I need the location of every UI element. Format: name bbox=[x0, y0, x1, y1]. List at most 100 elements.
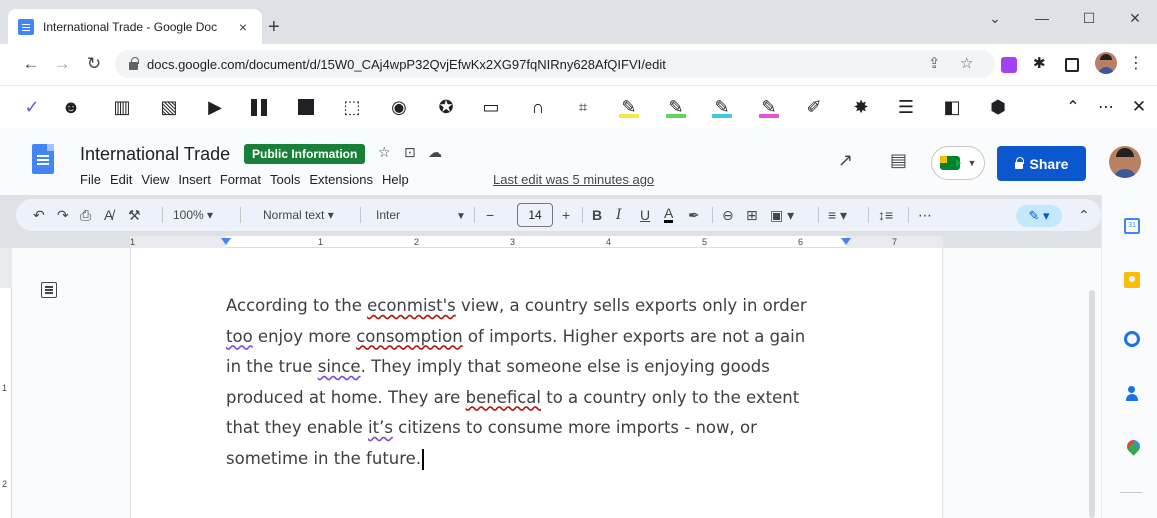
comments-icon[interactable]: ▤ bbox=[890, 150, 907, 171]
last-edit-link[interactable]: Last edit was 5 minutes ago bbox=[493, 172, 654, 187]
move-folder-icon[interactable]: ⊡ bbox=[404, 144, 416, 161]
close-toolbar-icon[interactable]: ✕ bbox=[1127, 95, 1151, 119]
reload-button[interactable]: ↻ bbox=[83, 54, 105, 74]
underline-button[interactable]: U bbox=[640, 206, 650, 224]
account-avatar[interactable] bbox=[1109, 146, 1141, 178]
screen-mask-icon[interactable]: ▭ bbox=[479, 95, 503, 119]
eraser-icon[interactable]: ✐ bbox=[802, 95, 826, 119]
activity-trend-icon[interactable]: ↗ bbox=[838, 150, 853, 171]
spelling-error[interactable]: consomption bbox=[356, 327, 462, 346]
extension-puzzle-purple-icon[interactable] bbox=[1001, 57, 1017, 73]
editing-mode-button[interactable]: ✎ ▾ bbox=[1016, 205, 1062, 227]
keep-icon[interactable] bbox=[1124, 272, 1140, 288]
menu-edit[interactable]: Edit bbox=[110, 172, 132, 187]
document-title[interactable]: International Trade bbox=[80, 144, 230, 165]
align-icon[interactable]: ≡ ▾ bbox=[828, 206, 847, 224]
text-to-speech-icon[interactable]: ◉ bbox=[387, 95, 411, 119]
cloud-saved-icon[interactable]: ☁ bbox=[428, 144, 442, 161]
menu-file[interactable]: File bbox=[80, 172, 101, 187]
highlighter-green-icon[interactable]: ✎ bbox=[664, 95, 688, 119]
decrease-font-size-button[interactable]: − bbox=[486, 206, 494, 224]
share-page-icon[interactable]: ⇪ bbox=[928, 54, 941, 72]
calendar-icon[interactable]: 31 bbox=[1124, 218, 1140, 234]
insert-image-icon[interactable]: ▣ ▾ bbox=[770, 206, 794, 224]
bold-button[interactable]: B bbox=[592, 206, 602, 224]
tab-search-chevron-icon[interactable]: ⌄ bbox=[981, 10, 1009, 27]
spellcheck-icon[interactable]: A̸ bbox=[104, 206, 113, 224]
dictionary-icon[interactable]: ◧ bbox=[940, 95, 964, 119]
zoom-select[interactable]: 100% ▾ bbox=[173, 206, 213, 224]
menu-tools[interactable]: Tools bbox=[270, 172, 300, 187]
list-icon[interactable]: ☰ bbox=[894, 95, 918, 119]
classification-badge[interactable]: Public Information bbox=[244, 144, 366, 164]
more-tools-icon[interactable]: ⋯ bbox=[918, 206, 932, 224]
star-icon[interactable]: ☆ bbox=[378, 144, 391, 161]
google-docs-logo-icon[interactable] bbox=[32, 144, 54, 174]
collect-icon[interactable]: ⬢ bbox=[986, 95, 1010, 119]
add-comment-icon[interactable]: ⊞ bbox=[746, 206, 758, 224]
spelling-error[interactable]: benefical bbox=[466, 388, 541, 407]
chrome-menu-icon[interactable]: ⋮ bbox=[1128, 53, 1144, 73]
highlighter-yellow-icon[interactable]: ✎ bbox=[617, 95, 641, 119]
new-tab-button[interactable]: + bbox=[268, 17, 280, 37]
line-spacing-icon[interactable]: ↕≡ bbox=[878, 206, 893, 224]
meet-button[interactable]: ▼ bbox=[931, 146, 985, 180]
highlighter-cyan-icon[interactable]: ✎ bbox=[710, 95, 734, 119]
font-select[interactable]: Inter bbox=[376, 206, 400, 224]
spelling-error[interactable]: econmist's bbox=[367, 296, 456, 315]
menu-format[interactable]: Format bbox=[220, 172, 261, 187]
menu-view[interactable]: View bbox=[141, 172, 169, 187]
close-window-button[interactable]: ✕ bbox=[1121, 10, 1149, 27]
text-color-button[interactable]: A bbox=[664, 206, 674, 223]
undo-icon[interactable]: ↶ bbox=[33, 206, 45, 224]
highlight-color-icon[interactable]: ✒ bbox=[688, 206, 700, 224]
increase-font-size-button[interactable]: + bbox=[562, 206, 570, 224]
more-options-icon[interactable]: ⋯ bbox=[1094, 95, 1118, 119]
book-icon[interactable]: ▥ bbox=[110, 95, 134, 119]
headphones-icon[interactable]: ∩ bbox=[526, 95, 550, 119]
insert-link-icon[interactable]: ⊖ bbox=[722, 206, 734, 224]
extensions-puzzle-icon[interactable]: ✱ bbox=[1033, 54, 1049, 72]
voice-icon[interactable]: ✪ bbox=[434, 95, 458, 119]
font-size-input[interactable]: 14 bbox=[517, 203, 553, 227]
browser-tab[interactable]: International Trade - Google Doc × bbox=[8, 9, 262, 44]
grammar-suggestion[interactable]: since bbox=[318, 357, 361, 376]
document-outline-icon[interactable] bbox=[41, 282, 57, 298]
checkmark-icon[interactable]: ✓ bbox=[20, 95, 44, 119]
left-indent-marker[interactable] bbox=[221, 238, 231, 245]
back-button[interactable]: ← bbox=[20, 54, 42, 74]
style-select[interactable]: Normal text ▾ bbox=[263, 206, 334, 224]
maps-icon[interactable] bbox=[1124, 440, 1140, 456]
document-scrollbar[interactable] bbox=[1089, 290, 1095, 518]
omnibox[interactable]: docs.google.com/document/d/15W0_CAj4wpP3… bbox=[115, 50, 995, 78]
font-dropdown-arrow-icon[interactable]: ▼ bbox=[456, 208, 466, 226]
stop-icon[interactable] bbox=[294, 95, 318, 119]
redo-icon[interactable]: ↷ bbox=[57, 206, 69, 224]
menu-extensions[interactable]: Extensions bbox=[309, 172, 373, 187]
url-text[interactable]: docs.google.com/document/d/15W0_CAj4wpP3… bbox=[147, 57, 666, 72]
chrome-profile-avatar[interactable] bbox=[1095, 52, 1117, 74]
translate-icon[interactable]: ⌗ bbox=[571, 95, 595, 119]
collapse-toolbar-icon[interactable]: ⌃ bbox=[1061, 95, 1085, 119]
italic-button[interactable]: I bbox=[616, 206, 622, 224]
paint-format-icon[interactable]: ⚒ bbox=[128, 206, 141, 224]
tasks-icon[interactable] bbox=[1124, 331, 1140, 347]
maximize-button[interactable]: ☐ bbox=[1075, 10, 1103, 27]
highlighter-pink-icon[interactable]: ✎ bbox=[757, 95, 781, 119]
pause-icon[interactable] bbox=[247, 95, 271, 119]
right-indent-marker[interactable] bbox=[841, 238, 851, 245]
side-panel-icon[interactable] bbox=[1065, 58, 1079, 72]
menu-help[interactable]: Help bbox=[382, 172, 409, 187]
minimize-button[interactable]: — bbox=[1028, 10, 1056, 26]
menu-insert[interactable]: Insert bbox=[178, 172, 211, 187]
document-body[interactable]: According to the econmist's view, a coun… bbox=[226, 291, 866, 474]
lock-icon[interactable] bbox=[129, 57, 139, 70]
image-icon[interactable]: ▧ bbox=[157, 95, 181, 119]
bookmark-star-icon[interactable]: ☆ bbox=[960, 54, 973, 72]
grammar-suggestion[interactable]: too bbox=[226, 327, 253, 346]
grammar-suggestion[interactable]: it’s bbox=[368, 418, 393, 437]
play-icon[interactable]: ▶ bbox=[203, 95, 227, 119]
tab-close-icon[interactable]: × bbox=[234, 19, 252, 35]
forward-button[interactable]: → bbox=[51, 54, 73, 74]
screen-select-icon[interactable]: ⬚ bbox=[340, 95, 364, 119]
